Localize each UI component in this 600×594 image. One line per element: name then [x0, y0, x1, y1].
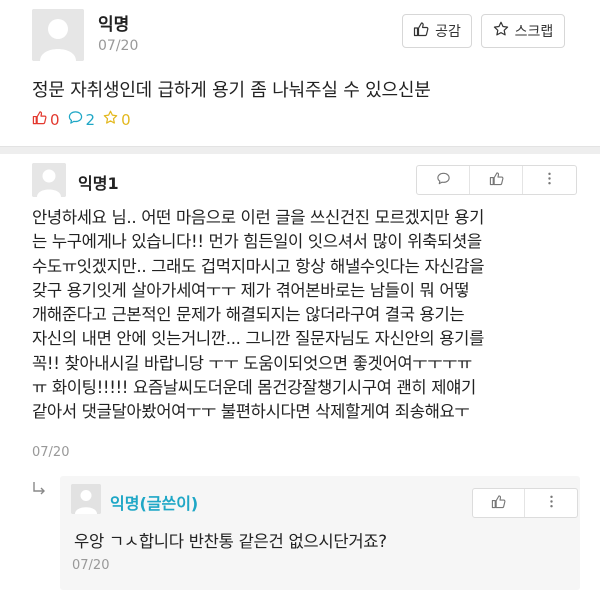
scrap-count: 0	[103, 110, 131, 129]
post-avatar-icon	[32, 9, 84, 61]
thumbs-up-icon	[491, 494, 506, 513]
thumbs-up-icon	[413, 21, 429, 41]
like-button[interactable]: 공감	[402, 14, 472, 48]
comment-actions	[416, 165, 577, 195]
post-author: 익명	[98, 15, 130, 35]
comment-count: 2	[68, 110, 96, 129]
comment-line: 안녕하세요 님.. 어떤 마음으로 이런 글을 쓰신건진 모르겠지만 용기	[32, 208, 484, 227]
post-stats: 0 2 0	[32, 110, 131, 129]
comment-line: 개해준다고 근본적인 문제가 해결되지는 않더라구여 결국 용기는	[32, 305, 465, 325]
speech-bubble-icon	[436, 171, 451, 190]
reply-avatar-icon	[71, 484, 101, 514]
comment-line: 수도ㅠ잇겠지만.. 그래도 겁먹지마시고 항상 해낼수잇다는 자신감을	[32, 256, 485, 276]
more-vertical-icon	[542, 171, 557, 190]
comment-line: 자신의 내면 안에 잇는거니깐... 그니깐 질문자님도 자신안의 용기를	[32, 329, 484, 349]
comment-more-button[interactable]	[523, 166, 576, 194]
comment-avatar-icon	[32, 163, 66, 197]
comment-count-value: 2	[85, 110, 96, 129]
comment-line: 꼭!! 찾아내시길 바랍니당 ㅜㅜ 도움이되엇으면 좋겟어여ㅜㅜㅜㅠ	[32, 353, 472, 373]
comment-date: 07/20	[32, 445, 70, 460]
star-icon	[103, 110, 118, 129]
reply-arrow-icon	[30, 480, 48, 498]
post: 익명 07/20 공감 스크랩 정문 자취생인데 급하게 용기 좀 나눠주실 수…	[0, 0, 600, 146]
comment-author: 익명1	[78, 174, 119, 193]
more-vertical-icon	[544, 494, 559, 513]
reply-like-button[interactable]	[473, 489, 525, 517]
thumbs-up-icon	[32, 110, 47, 129]
reply-author: 익명(글쓴이)	[110, 494, 199, 513]
comment-body: 안녕하세요 님.. 어떤 마음으로 이런 글을 쓰신건진 모르겠지만 용기 는 …	[32, 206, 580, 425]
comment-line: 는 누구에게나 있습니다!! 먼가 힘든일이 잇으셔서 많이 위축되셧을	[32, 232, 482, 252]
thumbs-up-icon	[489, 171, 504, 190]
like-button-label: 공감	[435, 24, 461, 40]
scrap-button-label: 스크랩	[514, 24, 554, 40]
comment-like-button[interactable]	[470, 166, 523, 194]
scrap-button[interactable]: 스크랩	[481, 14, 565, 48]
speech-bubble-icon	[68, 110, 83, 129]
reply: 익명(글쓴이) 우앙 ㄱㅅ합니다 반찬통 같은건 없으시단거죠? 07/20	[60, 476, 580, 590]
comment-line: ㅠ 화이팅!!!!! 요즘날씨도더운데 몸건강잘챙기시구여 괜히 제얘기	[32, 378, 476, 398]
post-date: 07/20	[98, 38, 139, 54]
like-count: 0	[32, 110, 60, 129]
like-count-value: 0	[50, 110, 60, 129]
reply-actions	[472, 488, 578, 518]
post-body: 정문 자취생인데 급하게 용기 좀 나눠주실 수 있으신분	[32, 80, 431, 101]
reply-body: 우앙 ㄱㅅ합니다 반찬통 같은건 없으시단거죠?	[74, 532, 387, 551]
section-divider	[0, 146, 600, 154]
scrap-count-value: 0	[121, 110, 131, 129]
comment-reply-button[interactable]	[417, 166, 470, 194]
comment-line: 갖구 용기잇게 살아가세여ㅜㅜ 제가 겪어본바로는 남들이 뭐 어떻	[32, 280, 470, 300]
reply-date: 07/20	[72, 558, 110, 573]
reply-more-button[interactable]	[525, 489, 577, 517]
comment-line: 같아서 댓글달아봤어여ㅜㅜ 불편하시다면 삭제할게여 죄송해요ㅜ	[32, 402, 470, 422]
star-icon	[493, 21, 509, 41]
